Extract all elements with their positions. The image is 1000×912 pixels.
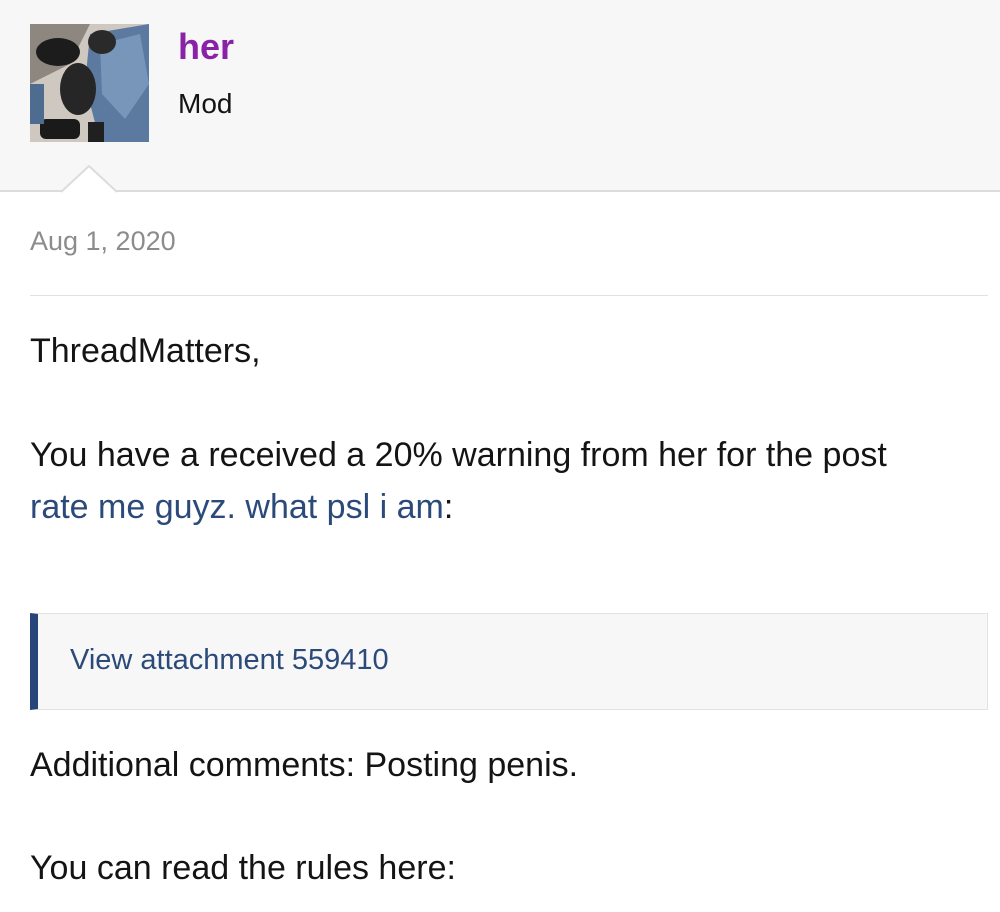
user-header: her Mod <box>0 0 1000 192</box>
rules-text: You can read the rules here: <box>30 849 456 887</box>
avatar-image <box>30 24 149 142</box>
post-link[interactable]: rate me guyz. what psl i am <box>30 488 444 526</box>
username[interactable]: her <box>178 26 234 68</box>
avatar[interactable] <box>30 24 149 142</box>
user-title: Mod <box>178 88 233 119</box>
post-date[interactable]: Aug 1, 2020 <box>30 226 176 257</box>
attachment-quote: View attachment 559410 <box>30 613 988 710</box>
additional-comments: Additional comments: Posting penis. <box>30 746 579 784</box>
post-link-suffix: : <box>443 488 454 526</box>
greeting: ThreadMatters, <box>30 332 261 370</box>
header-arrow <box>61 165 117 193</box>
warning-text: You have a received a 20% warning from h… <box>30 436 887 474</box>
warning-line: You have a received a 20% warning from h… <box>30 429 887 481</box>
post-link-line: rate me guyz. what psl i am: <box>30 481 453 533</box>
divider <box>30 295 988 296</box>
attachment-link[interactable]: View attachment 559410 <box>70 644 389 677</box>
